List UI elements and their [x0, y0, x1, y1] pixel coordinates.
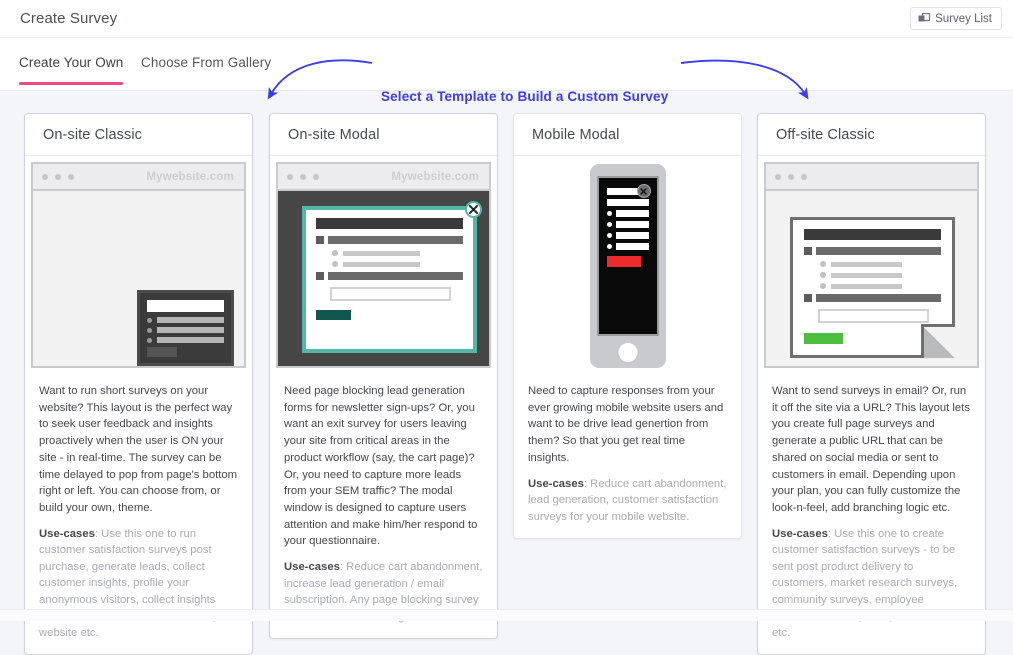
usecase-text: : Use this one to create customer satisf…	[772, 528, 957, 639]
browser-url-label: Mywebsite.com	[146, 171, 234, 183]
browser-titlebar	[766, 164, 977, 191]
card-header: Off-site Classic	[758, 114, 985, 156]
phone-mockup	[514, 156, 741, 373]
page-title-bar	[804, 229, 941, 240]
card-thumbnail-onsite-classic: Mywebsite.com	[25, 156, 252, 373]
card-thumbnail-onsite-modal: Mywebsite.com	[270, 156, 497, 373]
phone-option-row	[607, 210, 649, 217]
phone-option-row	[607, 232, 649, 239]
page-option-row	[820, 272, 941, 278]
template-card-mobile-modal[interactable]: Mobile Modal	[513, 113, 742, 539]
browser-mockup	[764, 162, 979, 368]
phone-body	[590, 164, 666, 368]
survey-list-label: Survey List	[935, 13, 992, 25]
card-body: Need to capture responses from your ever…	[514, 373, 741, 538]
phone-title-bar	[607, 199, 649, 206]
page-title: Create Survey	[20, 10, 117, 27]
usecase-label: Use-cases	[39, 528, 95, 540]
top-header-bar: Create Survey Survey List	[0, 0, 1013, 38]
close-x-icon	[465, 201, 482, 218]
phone-option-row	[607, 243, 649, 250]
modal-content	[316, 218, 463, 341]
card-usecase: Use-cases: Use this one to run customer …	[39, 526, 238, 641]
page-question-row	[804, 247, 941, 255]
modal-backdrop	[278, 191, 489, 366]
modal-window-mock	[302, 206, 477, 353]
modal-option-row	[332, 261, 463, 267]
card-thumbnail-mobile-modal	[514, 156, 741, 373]
card-usecase: Use-cases: Reduce cart abandonment, lead…	[528, 476, 727, 525]
tab-strip: Create Your Own Choose From Gallery	[0, 38, 1013, 91]
modal-option-row	[332, 250, 463, 256]
card-header: On-site Classic	[25, 114, 252, 156]
survey-list-button[interactable]: Survey List	[910, 7, 1002, 30]
window-dots-icon	[42, 174, 74, 180]
card-title: Mobile Modal	[532, 127, 619, 143]
usecase-label: Use-cases	[772, 528, 828, 540]
phone-home-button-icon	[618, 343, 637, 362]
page-footer	[0, 609, 1013, 621]
phone-screen	[597, 176, 659, 336]
page-submit-mock	[804, 333, 843, 344]
modal-title-bar	[316, 218, 463, 229]
modal-text-input-mock	[330, 287, 451, 301]
modal-submit-mock	[316, 310, 351, 320]
page-option-row	[820, 261, 941, 267]
widget-option-row	[147, 337, 224, 343]
window-dots-icon	[775, 174, 807, 180]
survey-widget-mock	[137, 290, 234, 366]
card-description: Want to send surveys in email? Or, run i…	[772, 383, 971, 517]
close-x-icon	[637, 184, 651, 198]
page-question-row	[804, 294, 941, 302]
card-title: Off-site Classic	[776, 127, 875, 143]
usecase-label: Use-cases	[284, 561, 340, 573]
tab-choose-from-gallery[interactable]: Choose From Gallery	[141, 55, 271, 85]
folded-corner-icon	[921, 324, 955, 358]
page-option-row	[820, 283, 941, 289]
phone-option-row	[607, 221, 649, 228]
browser-viewport	[766, 191, 977, 366]
widget-option-row	[147, 327, 224, 333]
browser-mockup: Mywebsite.com	[31, 162, 246, 368]
widget-option-row	[147, 317, 224, 323]
usecase-label: Use-cases	[528, 478, 584, 490]
tab-create-your-own[interactable]: Create Your Own	[19, 55, 123, 85]
phone-submit-mock	[607, 256, 641, 267]
browser-mockup: Mywebsite.com	[276, 162, 491, 368]
card-description: Need to capture responses from your ever…	[528, 383, 727, 467]
widget-submit-mock	[147, 347, 177, 357]
card-thumbnail-offsite-classic	[758, 156, 985, 373]
browser-viewport	[33, 191, 244, 366]
modal-question-row	[316, 272, 463, 280]
stacked-cards-icon	[918, 13, 930, 25]
card-usecase: Use-cases: Use this one to create custom…	[772, 526, 971, 641]
card-title: On-site Modal	[288, 127, 380, 143]
widget-title-bar	[147, 300, 224, 312]
card-title: On-site Classic	[43, 127, 142, 143]
template-card-offsite-classic[interactable]: Off-site Classic	[757, 113, 986, 655]
template-card-grid: On-site Classic Mywebsite.com	[0, 91, 1013, 611]
browser-titlebar: Mywebsite.com	[33, 164, 244, 191]
page-text-input-mock	[818, 309, 929, 323]
usecase-text: : Use this one to run customer satisfact…	[39, 528, 235, 639]
card-description: Want to run short surveys on your websit…	[39, 383, 238, 517]
template-card-onsite-classic[interactable]: On-site Classic Mywebsite.com	[24, 113, 253, 655]
browser-url-label: Mywebsite.com	[391, 171, 479, 183]
window-dots-icon	[287, 174, 319, 180]
card-description: Need page blocking lead generation forms…	[284, 383, 483, 550]
card-header: Mobile Modal	[514, 114, 741, 156]
browser-titlebar: Mywebsite.com	[278, 164, 489, 191]
card-body: Need page blocking lead generation forms…	[270, 373, 497, 638]
template-card-onsite-modal[interactable]: On-site Modal Mywebsite.com	[269, 113, 498, 639]
card-header: On-site Modal	[270, 114, 497, 156]
modal-question-row	[316, 236, 463, 244]
full-page-survey-mock	[790, 217, 955, 358]
